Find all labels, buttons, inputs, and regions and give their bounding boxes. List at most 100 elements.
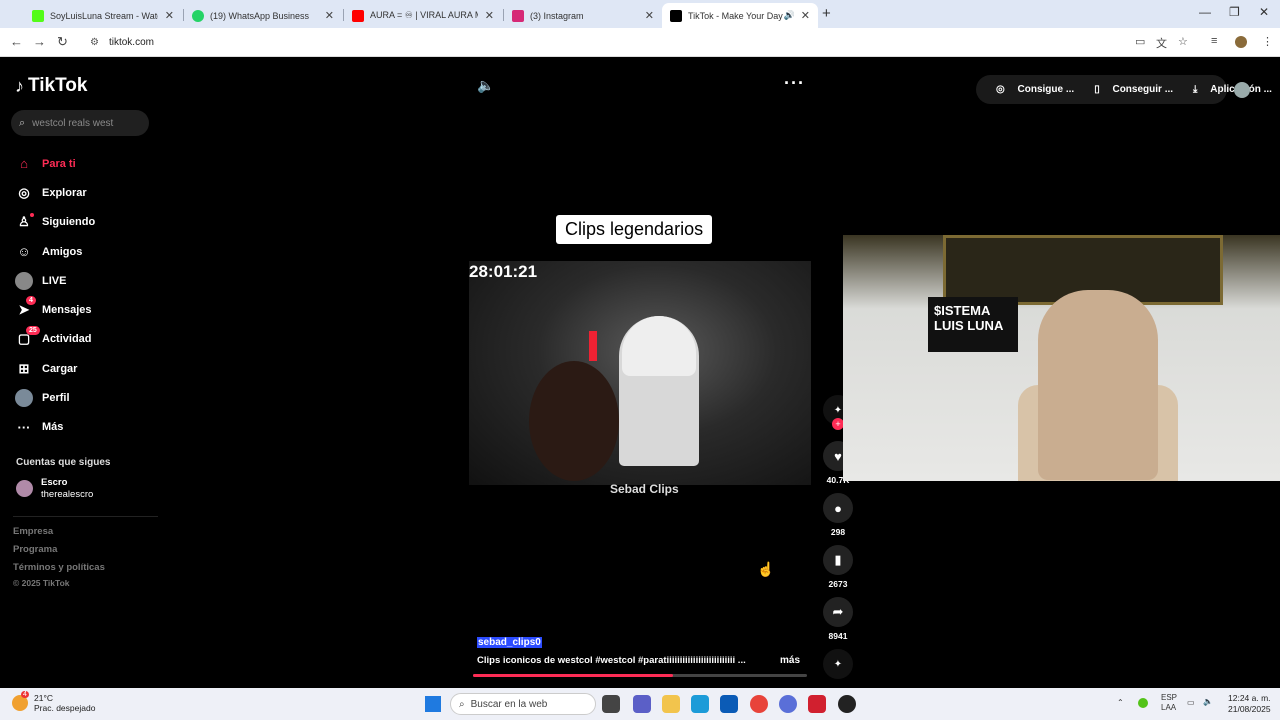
video-light	[589, 331, 597, 361]
file-explorer-icon[interactable]	[662, 695, 680, 713]
cast-icon[interactable]: ▭	[1135, 35, 1145, 48]
nav-label: Perfil	[42, 392, 70, 405]
nav-perfil[interactable]: Perfil	[15, 383, 165, 412]
comment-count: 298	[830, 527, 846, 537]
close-tab-icon[interactable]: ✕	[325, 9, 334, 22]
teams-icon[interactable]	[633, 695, 651, 713]
volume-icon[interactable]: 🔈	[477, 77, 494, 94]
task-view-icon[interactable]	[602, 695, 620, 713]
tiktok-logo[interactable]: ♪ TikTok	[15, 75, 87, 97]
search-input[interactable]: ⌕ westcol reals west	[11, 110, 149, 136]
tray-app-icon[interactable]	[1138, 698, 1148, 708]
close-tab-icon[interactable]: ✕	[485, 9, 494, 22]
minimize-button[interactable]: —	[1199, 5, 1211, 19]
top-action-label: Consigue ...	[1017, 84, 1075, 95]
get-app-button[interactable]: ▯ Conseguir ...	[1084, 84, 1173, 95]
store-icon[interactable]	[720, 695, 738, 713]
live-icon	[15, 271, 33, 290]
video-figure	[529, 361, 619, 481]
tiktok-note-icon: ♪	[15, 75, 24, 96]
nav-mas[interactable]: ··· Más	[15, 413, 165, 442]
desktop-app-button[interactable]: ⤓ Aplicación ...	[1183, 84, 1272, 95]
close-tab-icon[interactable]: ✕	[801, 9, 810, 22]
translate-icon[interactable]: 文	[1156, 35, 1167, 51]
network-icon[interactable]: ▭	[1187, 698, 1195, 707]
close-tab-icon[interactable]: ✕	[165, 9, 174, 22]
nav-mensajes[interactable]: ➤ 4 Mensajes	[15, 295, 165, 324]
audio-playing-icon[interactable]: 🔊	[784, 10, 795, 21]
nav-live[interactable]: LIVE	[15, 266, 165, 295]
following-account[interactable]: Escro therealescro	[16, 477, 93, 500]
maximize-button[interactable]: ❐	[1229, 5, 1240, 19]
account-handle: therealescro	[41, 489, 94, 500]
upload-icon: ⊞	[18, 360, 30, 376]
caption-more-button[interactable]: más	[780, 655, 800, 666]
taskbar-search[interactable]: ⌕ Buscar en la web	[450, 693, 596, 715]
reading-list-icon[interactable]: ≡	[1211, 35, 1217, 47]
url-field[interactable]: ⚙ tiktok.com	[80, 31, 1120, 53]
nav-para-ti[interactable]: ⌂ Para ti	[15, 149, 165, 178]
system-clock[interactable]: 12:24 a. m. 21/08/2025	[1228, 693, 1271, 715]
nav-actividad[interactable]: ▢ 25 Actividad	[15, 325, 165, 354]
app-icon[interactable]	[779, 695, 797, 713]
tab-kick[interactable]: SoyLuisLuna Stream - Watch Li ✕	[24, 3, 182, 28]
sound-disc-icon: ✦	[823, 649, 853, 679]
video-progress-bar[interactable]	[473, 674, 807, 677]
edge-icon[interactable]	[691, 695, 709, 713]
sidebar-nav: ⌂ Para ti ◎ Explorar ♙ Siguiendo ☺ Amigo…	[15, 149, 165, 442]
footer-link-terminos[interactable]: Términos y políticas	[13, 562, 105, 573]
profile-avatar[interactable]	[1235, 36, 1247, 48]
bookmark-star-icon[interactable]: ☆	[1178, 35, 1188, 48]
obs-icon[interactable]	[838, 695, 856, 713]
close-tab-icon[interactable]: ✕	[645, 9, 654, 22]
nav-cargar[interactable]: ⊞ Cargar	[15, 354, 165, 383]
download-icon: ⤓	[1193, 84, 1201, 95]
speaker-icon[interactable]: 🔈	[1203, 697, 1213, 706]
tab-youtube[interactable]: AURA = ♾ | VIRAL AURA MUS ✕	[344, 3, 502, 28]
browser-menu-icon[interactable]: ⋮	[1262, 35, 1273, 48]
nav-label: Mensajes	[42, 304, 92, 317]
footer-link-empresa[interactable]: Empresa	[13, 526, 53, 537]
close-window-button[interactable]: ✕	[1259, 5, 1269, 19]
tab-title: TikTok - Make Your Day	[688, 10, 783, 21]
share-count: 8941	[828, 631, 848, 641]
taskbar: 21°C Prac. despejado 4 ⌕ Buscar en la we…	[0, 688, 1280, 720]
weather-widget[interactable]: 21°C Prac. despejado 4	[12, 691, 95, 713]
site-info-icon[interactable]: ⚙	[90, 37, 99, 48]
footer-link-programa[interactable]: Programa	[13, 544, 57, 555]
get-coins-button[interactable]: ◎ Consigue ...	[986, 84, 1074, 95]
clock-date: 21/08/2025	[1228, 704, 1271, 714]
youtube-icon	[352, 9, 364, 22]
video-player[interactable]	[469, 261, 811, 485]
sound-disc-button[interactable]: ✦	[822, 649, 854, 679]
divider	[13, 516, 158, 517]
language-indicator[interactable]: ESP LAA	[1161, 693, 1177, 713]
tray-chevron-icon[interactable]: ⌃	[1117, 698, 1124, 707]
tab-whatsapp[interactable]: (19) WhatsApp Business ✕	[184, 3, 342, 28]
tab-tiktok[interactable]: TikTok - Make Your Day 🔊 ✕	[662, 3, 818, 28]
new-tab-button[interactable]: +	[822, 5, 831, 22]
back-button[interactable]: ←	[10, 34, 23, 49]
kick-icon	[32, 9, 44, 22]
tab-title: (19) WhatsApp Business	[210, 10, 310, 21]
forward-button[interactable]: →	[33, 34, 46, 49]
nav-label: Cargar	[42, 362, 78, 375]
comment-button[interactable]: ● 298	[822, 493, 854, 537]
nav-label: Siguiendo	[42, 216, 96, 229]
search-icon: ⌕	[19, 116, 26, 129]
more-options-icon[interactable]: ···	[784, 73, 805, 94]
nav-amigos[interactable]: ☺ Amigos	[15, 237, 165, 266]
save-button[interactable]: ▮ 2673	[822, 545, 854, 589]
windows-start-icon[interactable]	[425, 696, 441, 712]
weather-temp: 21°C	[34, 693, 53, 703]
video-author[interactable]: sebad_clips0	[477, 637, 542, 648]
nav-siguiendo[interactable]: ♙ Siguiendo	[15, 208, 165, 237]
office-icon[interactable]	[808, 695, 826, 713]
chrome-icon[interactable]	[750, 695, 768, 713]
nav-label: Para ti	[42, 157, 76, 170]
reload-button[interactable]: ↻	[57, 34, 68, 50]
user-avatar[interactable]	[1234, 82, 1250, 98]
share-button[interactable]: ➦ 8941	[822, 597, 854, 641]
nav-explorar[interactable]: ◎ Explorar	[15, 178, 165, 207]
tab-instagram[interactable]: (3) Instagram ✕	[504, 3, 662, 28]
